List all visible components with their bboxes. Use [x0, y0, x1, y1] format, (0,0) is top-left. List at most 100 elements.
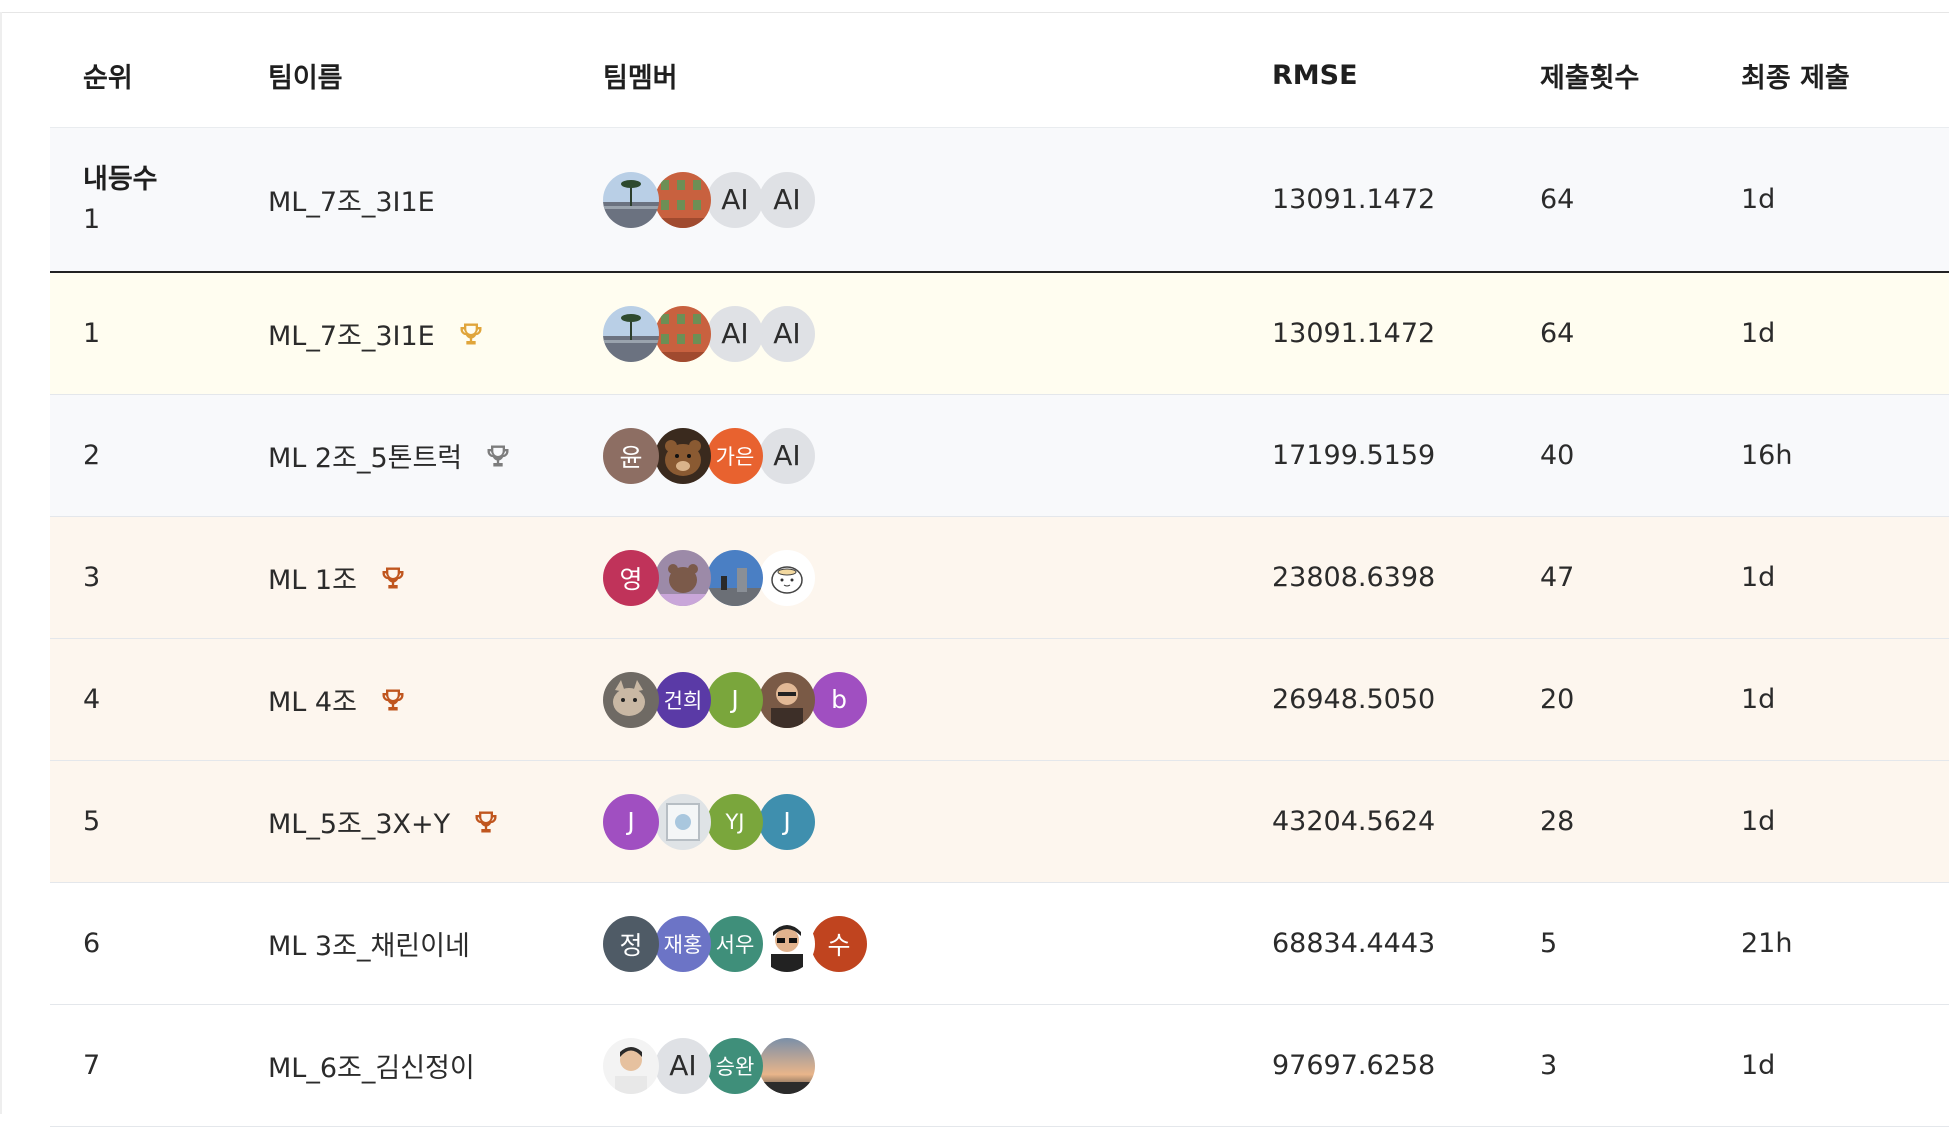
last-submission: 21h — [1741, 928, 1793, 959]
member-avatar[interactable]: 수 — [811, 915, 867, 972]
member-avatar[interactable]: J — [759, 793, 815, 850]
header-last-submission[interactable]: 최종 제출 — [1741, 56, 1949, 95]
member-avatar[interactable]: AI — [707, 305, 763, 362]
last-submission: 1d — [1741, 184, 1776, 215]
member-avatar-photo[interactable] — [759, 549, 815, 606]
team-members: 영 — [603, 549, 1272, 606]
member-avatar[interactable]: 가은 — [707, 427, 763, 484]
member-avatar[interactable]: J — [707, 671, 763, 728]
score: 13091.1472 — [1272, 318, 1436, 349]
submission-count: 28 — [1540, 806, 1575, 837]
team-name-cell: ML 1조 — [268, 558, 603, 597]
member-avatar-photo[interactable] — [759, 671, 815, 728]
team-name: ML 3조_채린이네 — [268, 931, 470, 962]
avatar-group: AI 승완 — [603, 1037, 815, 1094]
member-avatar-photo[interactable] — [655, 549, 711, 606]
member-avatar-photo[interactable] — [655, 793, 711, 850]
rank: 2 — [83, 440, 101, 471]
last-submission: 1d — [1741, 562, 1776, 593]
team-members: 윤 가은 AI — [603, 427, 1272, 484]
team-name: ML_6조_김신정이 — [268, 1053, 475, 1084]
team-name-cell: ML_6조_김신정이 — [268, 1046, 603, 1085]
member-avatar[interactable]: YJ — [707, 793, 763, 850]
header-score[interactable]: RMSE — [1272, 60, 1540, 91]
my-rank-value: 1 — [83, 203, 101, 235]
submission-count: 20 — [1540, 684, 1575, 715]
member-avatar-photo[interactable] — [655, 171, 711, 228]
team-name-cell: ML 3조_채린이네 — [268, 924, 603, 963]
trophy-icon — [484, 442, 512, 470]
last-submission: 1d — [1741, 684, 1776, 715]
member-avatar-photo[interactable] — [759, 915, 815, 972]
member-avatar[interactable]: AI — [759, 305, 815, 362]
rank: 1 — [83, 318, 101, 349]
rank: 6 — [83, 928, 101, 959]
member-avatar-photo[interactable] — [603, 671, 659, 728]
member-avatar[interactable]: 윤 — [603, 427, 659, 484]
submission-count: 40 — [1540, 440, 1575, 471]
team-name-cell: ML 4조 — [268, 680, 603, 719]
score: 97697.6258 — [1272, 1050, 1436, 1081]
member-avatar-photo[interactable] — [707, 549, 763, 606]
table-row[interactable]: 1 ML_7조_3I1E AI AI 13091.1472 64 1d — [50, 273, 1949, 395]
last-submission: 1d — [1741, 806, 1776, 837]
team-members: AI AI — [603, 171, 1272, 228]
team-members: AI 승완 — [603, 1037, 1272, 1094]
member-avatar[interactable]: AI — [759, 171, 815, 228]
member-avatar[interactable]: J — [603, 793, 659, 850]
submission-count: 64 — [1540, 318, 1575, 349]
member-avatar[interactable]: 승완 — [707, 1037, 763, 1094]
team-name: ML_5조_3X+Y — [268, 809, 451, 840]
member-avatar[interactable]: AI — [655, 1037, 711, 1094]
trophy-icon — [472, 808, 500, 836]
trophy-icon — [379, 564, 407, 592]
member-avatar[interactable]: 재홍 — [655, 915, 711, 972]
last-submission: 1d — [1741, 318, 1776, 349]
header-rank[interactable]: 순위 — [50, 56, 268, 95]
score: 17199.5159 — [1272, 440, 1436, 471]
avatar-group: 건희 Jb — [603, 671, 867, 728]
team-name-cell: ML_5조_3X+Y — [268, 802, 603, 841]
submission-count: 47 — [1540, 562, 1575, 593]
member-avatar-photo[interactable] — [603, 1037, 659, 1094]
member-avatar[interactable]: AI — [759, 427, 815, 484]
table-row[interactable]: 4 ML 4조 건희 Jb 26948.5050 20 1d — [50, 639, 1949, 761]
team-members: J YJ J — [603, 793, 1272, 850]
table-row[interactable]: 3 ML 1조 영 23808.6398 47 1d — [50, 517, 1949, 639]
rank: 4 — [83, 684, 101, 715]
rank: 5 — [83, 806, 101, 837]
member-avatar-photo[interactable] — [603, 171, 659, 228]
table-row[interactable]: 6 ML 3조_채린이네 정 재홍 서우 수 68834.4443 5 21h — [50, 883, 1949, 1005]
member-avatar-photo[interactable] — [655, 427, 711, 484]
member-avatar[interactable]: b — [811, 671, 867, 728]
team-name: ML 1조 — [268, 565, 357, 596]
team-name: ML_7조_3I1E — [268, 321, 435, 352]
team-members: 건희 Jb — [603, 671, 1272, 728]
member-avatar[interactable]: 영 — [603, 549, 659, 606]
member-avatar[interactable]: 정 — [603, 915, 659, 972]
member-avatar-photo[interactable] — [655, 305, 711, 362]
team-members: 정 재홍 서우 수 — [603, 915, 1272, 972]
member-avatar[interactable]: 건희 — [655, 671, 711, 728]
avatar-group: 영 — [603, 549, 815, 606]
score: 26948.5050 — [1272, 684, 1436, 715]
my-rank-row[interactable]: 내등수 1 ML_7조_3I1E AI AI 13091.1472 64 1d — [50, 128, 1949, 273]
table-row[interactable]: 2 ML 2조_5톤트럭 윤 가은 AI 17199.5159 40 16h — [50, 395, 1949, 517]
member-avatar-photo[interactable] — [603, 305, 659, 362]
table-row[interactable]: 7 ML_6조_김신정이 AI 승완 97697.6258 3 1d — [50, 1005, 1949, 1127]
table-row[interactable]: 5 ML_5조_3X+Y J YJ J 43204.5624 28 1d — [50, 761, 1949, 883]
header-submissions[interactable]: 제출횟수 — [1540, 56, 1741, 95]
team-name: ML 2조_5톤트럭 — [268, 443, 463, 474]
submission-count: 64 — [1540, 184, 1575, 215]
team-name-cell: ML 2조_5톤트럭 — [268, 436, 603, 475]
member-avatar[interactable]: 서우 — [707, 915, 763, 972]
member-avatar-photo[interactable] — [759, 1037, 815, 1094]
member-avatar[interactable]: AI — [707, 171, 763, 228]
score: 23808.6398 — [1272, 562, 1436, 593]
trophy-icon — [457, 320, 485, 348]
submission-count: 5 — [1540, 928, 1558, 959]
score: 43204.5624 — [1272, 806, 1436, 837]
avatar-group: J YJ J — [603, 793, 815, 850]
header-team[interactable]: 팀이름 — [268, 56, 603, 95]
avatar-group: 윤 가은 AI — [603, 427, 815, 484]
